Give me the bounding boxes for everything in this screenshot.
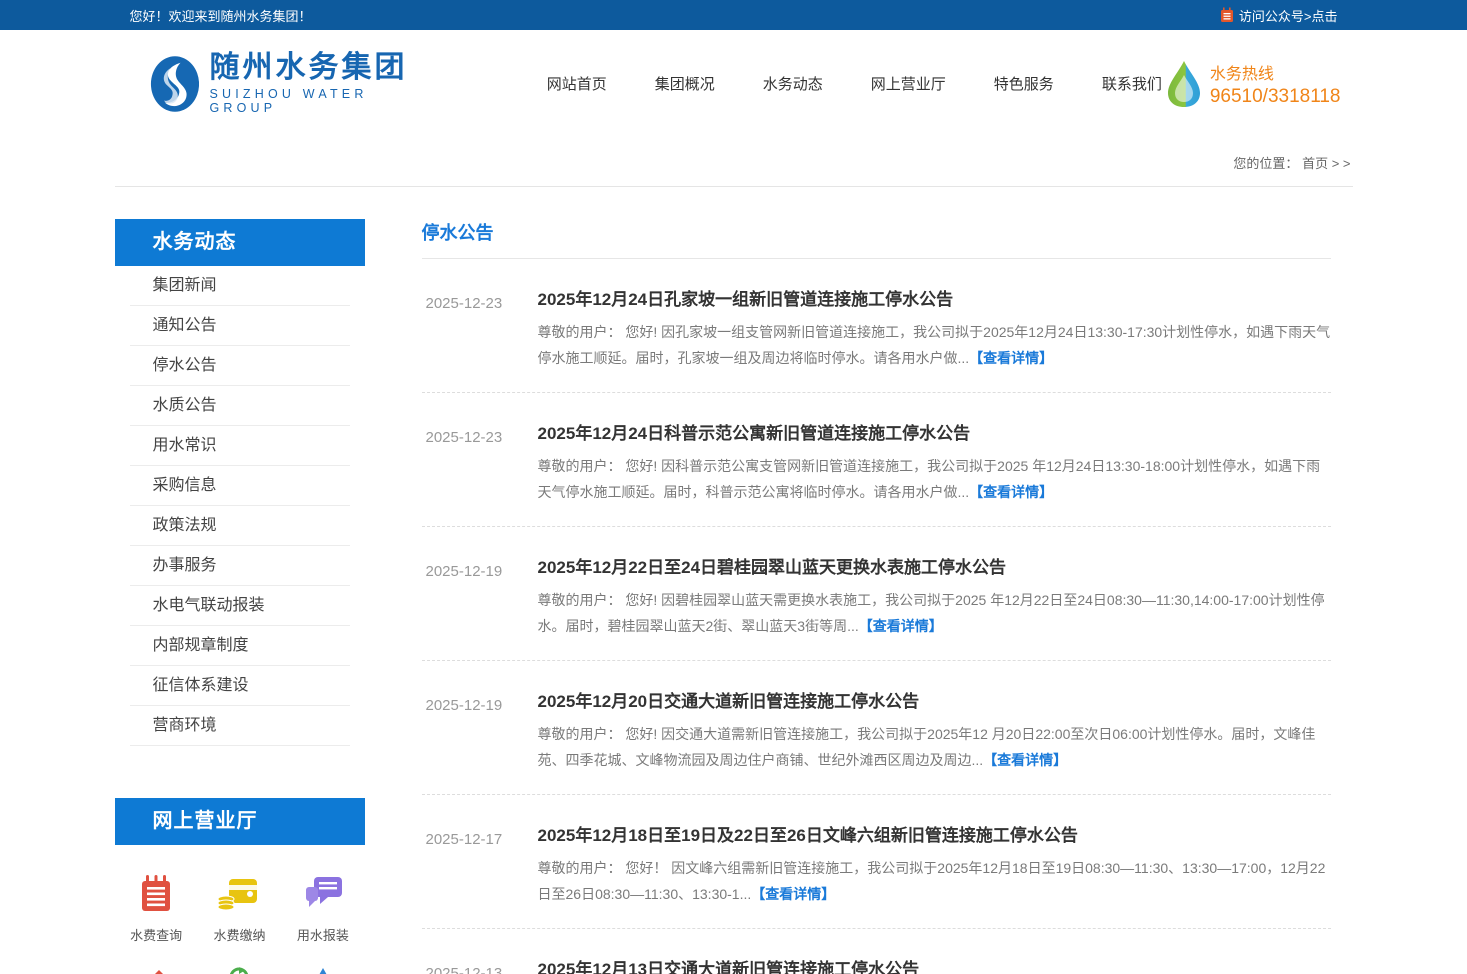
main-nav: 网站首页 集团概况 水务动态 网上营业厅 特色服务 联系我们: [543, 67, 1166, 100]
sidebar-news-header: 水务动态: [115, 219, 365, 266]
notice-item: 2025-12-23 2025年12月24日科普示范公寓新旧管道连接施工停水公告…: [422, 393, 1331, 527]
sidebar-hall-header: 网上营业厅: [115, 798, 365, 845]
notice-date: 2025-12-23: [426, 419, 538, 505]
bill-icon: [136, 873, 176, 913]
page-title-row: 停水公告: [422, 219, 1331, 259]
welcome-text: 您好！欢迎来到随州水务集团！: [130, 6, 312, 25]
view-details-link[interactable]: 【查看详情】: [969, 484, 1053, 500]
hotline-text: 水务热线 96510/3318118: [1210, 60, 1341, 108]
notice-item: 2025-12-19 2025年12月20日交通大道新旧管连接施工停水公告 尊敬…: [422, 661, 1331, 795]
sidebar-item-notices[interactable]: 通知公告: [130, 306, 350, 346]
hotline: 水务热线 96510/3318118: [1166, 59, 1353, 109]
nav-item-contact-us[interactable]: 联系我们: [1098, 67, 1166, 100]
notice-title-link[interactable]: 2025年12月20日交通大道新旧管连接施工停水公告: [538, 687, 920, 712]
notice-title-link[interactable]: 2025年12月13日交通大道新旧管连接施工停水公告: [538, 955, 920, 974]
nav-item-featured-services[interactable]: 特色服务: [990, 67, 1058, 100]
wallet-icon: [217, 873, 261, 913]
sidebar-item-group-news[interactable]: 集团新闻: [130, 266, 350, 306]
notice-excerpt-text: 尊敬的用户： 您好！ 因文峰六组需新旧管连接施工，我公司拟于2025年12月18…: [538, 860, 1326, 902]
public-account-link[interactable]: 访问公众号>点击: [1219, 6, 1338, 25]
notice-item: 2025-12-23 2025年12月24日孔家坡一组新旧管道连接施工停水公告 …: [422, 259, 1331, 393]
sidebar-item-credit-system[interactable]: 征信体系建设: [130, 666, 350, 706]
notice-item: 2025-12-19 2025年12月22日至24日碧桂园翠山蓝天更换水表施工停…: [422, 527, 1331, 661]
notice-title-link[interactable]: 2025年12月18日至19日及22日至26日文峰六组新旧管连接施工停水公告: [538, 821, 1078, 846]
hall-item-label: 水费查询: [130, 925, 182, 944]
nav-item-home[interactable]: 网站首页: [543, 67, 611, 100]
notice-date: 2025-12-23: [426, 285, 538, 371]
breadcrumb-trail: > >: [1332, 156, 1351, 171]
hall-icon-grid-row2: [115, 966, 365, 974]
view-details-link[interactable]: 【查看详情】: [751, 886, 835, 902]
view-details-link[interactable]: 【查看详情】: [983, 752, 1067, 768]
notice-title-link[interactable]: 2025年12月24日孔家坡一组新旧管道连接施工停水公告: [538, 285, 954, 310]
logo-link[interactable]: 随州水务集团 SUIZHOU WATER GROUP: [150, 52, 425, 115]
sidebar-menu: 集团新闻 通知公告 停水公告 水质公告 用水常识 采购信息 政策法规 办事服务 …: [115, 266, 365, 746]
nav-item-water-news[interactable]: 水务动态: [759, 67, 827, 100]
hotline-number: 96510/3318118: [1210, 86, 1341, 108]
sidebar-item-business-environment[interactable]: 营商环境: [130, 706, 350, 746]
top-bar: 您好！欢迎来到随州水务集团！ 访问公众号>点击: [0, 0, 1467, 30]
hall-item-bill-query[interactable]: 水费查询: [115, 873, 198, 944]
view-details-link[interactable]: 【查看详情】: [969, 350, 1053, 366]
sidebar-item-policies[interactable]: 政策法规: [130, 506, 350, 546]
partial-red-icon[interactable]: [145, 966, 167, 974]
notice-date: 2025-12-19: [426, 553, 538, 639]
notice-excerpt: 尊敬的用户： 您好! 因科普示范公寓支管网新旧管道连接施工，我公司拟于2025 …: [538, 453, 1331, 505]
hall-item-bill-pay[interactable]: 水费缴纳: [198, 873, 281, 944]
nav-item-online-hall[interactable]: 网上营业厅: [867, 67, 950, 100]
notice-excerpt: 尊敬的用户： 您好! 因碧桂园翠山蓝天需更换水表施工，我公司拟于2025 年12…: [538, 587, 1331, 639]
notice-date: 2025-12-19: [426, 687, 538, 773]
partial-blue-icon[interactable]: [312, 966, 334, 974]
notice-excerpt-text: 尊敬的用户： 您好! 因科普示范公寓支管网新旧管道连接施工，我公司拟于2025 …: [538, 458, 1321, 500]
breadcrumb: 您的位置： 首页 > >: [115, 145, 1353, 187]
chat-bubbles-icon: [302, 873, 344, 913]
suizhou-water-logo-icon: [150, 53, 200, 115]
sidebar-item-water-outage[interactable]: 停水公告: [130, 346, 350, 386]
notice-excerpt-text: 尊敬的用户： 您好! 因孔家坡一组支管网新旧管道连接施工，我公司拟于2025年1…: [538, 324, 1331, 366]
sidebar-item-internal-rules[interactable]: 内部规章制度: [130, 626, 350, 666]
sidebar-item-water-knowledge[interactable]: 用水常识: [130, 426, 350, 466]
sidebar-item-water-quality[interactable]: 水质公告: [130, 386, 350, 426]
logo-name-cn: 随州水务集团: [209, 52, 424, 84]
notice-date: 2025-12-17: [426, 821, 538, 907]
notice-date: 2025-12-13: [426, 955, 538, 974]
main-content: 停水公告 2025-12-23 2025年12月24日孔家坡一组新旧管道连接施工…: [405, 219, 1353, 974]
notice-excerpt: 尊敬的用户： 您好！ 因文峰六组需新旧管连接施工，我公司拟于2025年12月18…: [538, 855, 1331, 907]
nav-item-group-overview[interactable]: 集团概况: [651, 67, 719, 100]
site-header: 随州水务集团 SUIZHOU WATER GROUP 网站首页 集团概况 水务动…: [0, 30, 1467, 145]
logo-text: 随州水务集团 SUIZHOU WATER GROUP: [209, 52, 424, 115]
notice-title-link[interactable]: 2025年12月24日科普示范公寓新旧管道连接施工停水公告: [538, 419, 971, 444]
hall-item-label: 用水报装: [297, 925, 349, 944]
breadcrumb-prefix: 您的位置：: [1233, 156, 1298, 171]
notice-excerpt: 尊敬的用户： 您好! 因孔家坡一组支管网新旧管道连接施工，我公司拟于2025年1…: [538, 319, 1331, 371]
hall-item-label: 水费缴纳: [213, 925, 265, 944]
notice-title-link[interactable]: 2025年12月22日至24日碧桂园翠山蓝天更换水表施工停水公告: [538, 553, 1007, 578]
hall-icon-grid: 水费查询 水费缴纳: [115, 873, 365, 944]
notice-item: 2025-12-17 2025年12月18日至19日及22日至26日文峰六组新旧…: [422, 795, 1331, 929]
notice-item: 2025-12-13 2025年12月13日交通大道新旧管连接施工停水公告 尊敬…: [422, 929, 1331, 974]
breadcrumb-row: 您的位置： 首页 > >: [0, 145, 1467, 187]
logo-name-en: SUIZHOU WATER GROUP: [209, 87, 424, 115]
view-details-link[interactable]: 【查看详情】: [859, 618, 943, 634]
breadcrumb-home-link[interactable]: 首页: [1302, 156, 1328, 171]
sidebar-item-procurement[interactable]: 采购信息: [130, 466, 350, 506]
notice-excerpt-text: 尊敬的用户： 您好! 因交通大道需新旧管连接施工，我公司拟于2025年12 月2…: [538, 726, 1316, 768]
partial-green-icon[interactable]: [228, 966, 250, 974]
sidebar-item-joint-installation[interactable]: 水电气联动报装: [130, 586, 350, 626]
water-drop-icon: [1166, 59, 1202, 109]
sidebar: 水务动态 集团新闻 通知公告 停水公告 水质公告 用水常识 采购信息 政策法规 …: [115, 219, 365, 974]
notice-excerpt: 尊敬的用户： 您好! 因交通大道需新旧管连接施工，我公司拟于2025年12 月2…: [538, 721, 1331, 773]
hotline-label: 水务热线: [1210, 60, 1341, 84]
hall-item-water-installation[interactable]: 用水报装: [281, 873, 364, 944]
notepad-icon: [1219, 7, 1235, 23]
public-account-label: 访问公众号>点击: [1239, 6, 1338, 25]
sidebar-item-services[interactable]: 办事服务: [130, 546, 350, 586]
page-title: 停水公告: [422, 223, 494, 243]
